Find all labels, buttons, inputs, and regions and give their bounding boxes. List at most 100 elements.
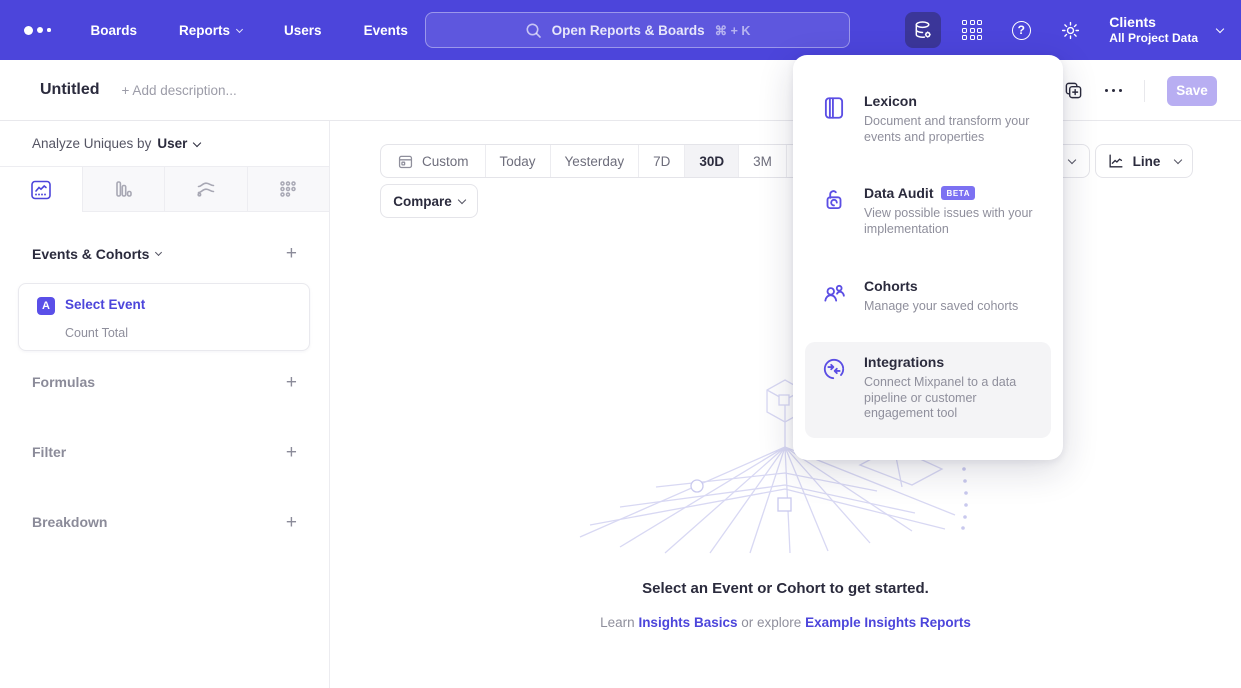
menu-item-title: Data Audit [864, 185, 933, 201]
breakdown-label: Breakdown [32, 514, 107, 530]
nav-item-label: Reports [179, 23, 230, 38]
search-icon [525, 22, 542, 39]
line-chart-icon [29, 178, 53, 202]
report-title[interactable]: Untitled [40, 81, 100, 99]
nav-links: Boards Reports Users Events [91, 23, 408, 38]
line-chart-icon [1107, 152, 1125, 170]
bar-chart-icon [111, 177, 135, 201]
add-breakdown-button[interactable]: + [286, 513, 297, 532]
nav-item-boards[interactable]: Boards [91, 23, 138, 38]
lexicon-book-icon [821, 93, 847, 145]
add-event-button[interactable]: + [286, 244, 297, 263]
nav-item-reports[interactable]: Reports [179, 23, 242, 38]
date-range-label: Today [500, 154, 536, 169]
formulas-label: Formulas [32, 374, 95, 390]
example-insights-reports-link[interactable]: Example Insights Reports [805, 615, 971, 630]
select-event-label[interactable]: Select Event [65, 297, 145, 312]
subtitle-text: Learn [600, 615, 635, 630]
events-cohorts-header[interactable]: Events & Cohorts [32, 246, 161, 262]
analyze-label: Analyze Uniques by [32, 136, 151, 151]
mixpanel-insights-app: Boards Reports Users Events Open Reports… [0, 0, 1241, 688]
project-name: Clients [1109, 14, 1198, 32]
date-range-label: 3M [753, 154, 772, 169]
tab-metrics-grid[interactable] [248, 167, 330, 212]
chevron-down-icon [236, 25, 243, 32]
calendar-icon [397, 153, 414, 170]
count-total-label[interactable]: Count Total [65, 326, 128, 340]
database-gear-icon [912, 19, 934, 41]
filter-section: Filter + [0, 417, 329, 487]
date-range-30d[interactable]: 30D [685, 145, 739, 177]
apps-grid-icon [962, 20, 982, 40]
empty-state: Select an Event or Cohort to get started… [330, 580, 1241, 630]
select-event-card[interactable]: A Select Event Count Total [18, 283, 310, 351]
menu-item-description: Manage your saved cohorts [864, 299, 1037, 315]
duplicate-button[interactable] [1064, 81, 1083, 100]
chevron-down-icon [1216, 25, 1224, 33]
menu-item-lexicon[interactable]: Lexicon Document and transform your even… [805, 81, 1051, 161]
chevron-down-icon [193, 138, 201, 146]
section-label: Events & Cohorts [32, 246, 149, 262]
nav-item-events[interactable]: Events [364, 23, 408, 38]
tab-line-chart[interactable] [0, 167, 83, 212]
events-cohorts-section: Events & Cohorts + [0, 244, 329, 263]
top-navbar: Boards Reports Users Events Open Reports… [0, 0, 1241, 60]
compare-label: Compare [393, 194, 452, 209]
add-formula-button[interactable]: + [286, 373, 297, 392]
search-placeholder: Open Reports & Boards [552, 23, 705, 38]
breakdown-section: Breakdown + [0, 487, 329, 557]
chevron-down-icon [1068, 156, 1076, 164]
nav-item-label: Events [364, 23, 408, 38]
date-range-custom[interactable]: Custom [381, 145, 486, 177]
date-range-7d[interactable]: 7D [639, 145, 685, 177]
help-button[interactable]: ? [1003, 12, 1039, 48]
settings-button[interactable] [1052, 12, 1088, 48]
empty-state-title: Select an Event or Cohort to get started… [330, 580, 1241, 597]
chevron-down-icon [155, 249, 162, 256]
cohorts-people-icon [821, 278, 847, 315]
empty-state-subtitle: Learn Insights Basics or explore Example… [330, 615, 1241, 630]
nav-item-label: Users [284, 23, 322, 38]
formulas-section: Formulas + [0, 347, 329, 417]
date-range-today[interactable]: Today [486, 145, 551, 177]
integrations-sync-icon [821, 354, 847, 422]
analyze-value: User [157, 136, 187, 151]
settings-gear-icon [1060, 20, 1081, 41]
date-range-yesterday[interactable]: Yesterday [551, 145, 640, 177]
save-button[interactable]: Save [1167, 76, 1217, 106]
project-selector[interactable]: Clients All Project Data [1109, 14, 1223, 47]
menu-item-data-audit[interactable]: Data Audit BETA View possible issues wit… [805, 173, 1051, 253]
sidebar-add-sections: Formulas + Filter + Breakdown + [0, 347, 329, 557]
menu-item-title: Lexicon [864, 93, 917, 109]
menu-item-integrations[interactable]: Integrations Connect Mixpanel to a data … [805, 342, 1051, 438]
chart-style-dropdown[interactable]: Line [1095, 144, 1193, 178]
mixpanel-logo-icon[interactable] [24, 26, 51, 35]
metrics-grid-icon [276, 177, 300, 201]
tab-flow-chart[interactable] [165, 167, 248, 212]
date-range-3m[interactable]: 3M [739, 145, 787, 177]
chart-type-tabs [0, 166, 329, 212]
menu-item-cohorts[interactable]: Cohorts Manage your saved cohorts [805, 266, 1051, 331]
add-description-field[interactable]: + Add description... [122, 83, 237, 98]
data-management-button[interactable] [905, 12, 941, 48]
nav-item-label: Boards [91, 23, 138, 38]
compare-dropdown[interactable]: Compare [380, 184, 478, 218]
analyze-value-dropdown[interactable]: User [157, 136, 200, 151]
menu-item-description: Connect Mixpanel to a data pipeline or c… [864, 375, 1037, 422]
divider [1144, 80, 1145, 102]
nav-item-users[interactable]: Users [284, 23, 322, 38]
insights-basics-link[interactable]: Insights Basics [638, 615, 737, 630]
filter-label: Filter [32, 444, 66, 460]
chart-style-label: Line [1133, 154, 1161, 169]
search-input[interactable]: Open Reports & Boards ⌘ + K [425, 12, 850, 48]
menu-item-description: Document and transform your events and p… [864, 114, 1037, 145]
apps-grid-button[interactable] [954, 12, 990, 48]
tab-bar-chart[interactable] [83, 167, 166, 212]
more-options-button[interactable] [1105, 89, 1123, 93]
duplicate-plus-icon [1064, 81, 1083, 100]
header-actions: Save [1064, 60, 1218, 121]
query-builder-sidebar: Analyze Uniques by User [0, 121, 330, 688]
event-letter-badge: A [37, 297, 55, 315]
date-range-label: Custom [422, 154, 469, 169]
add-filter-button[interactable]: + [286, 443, 297, 462]
